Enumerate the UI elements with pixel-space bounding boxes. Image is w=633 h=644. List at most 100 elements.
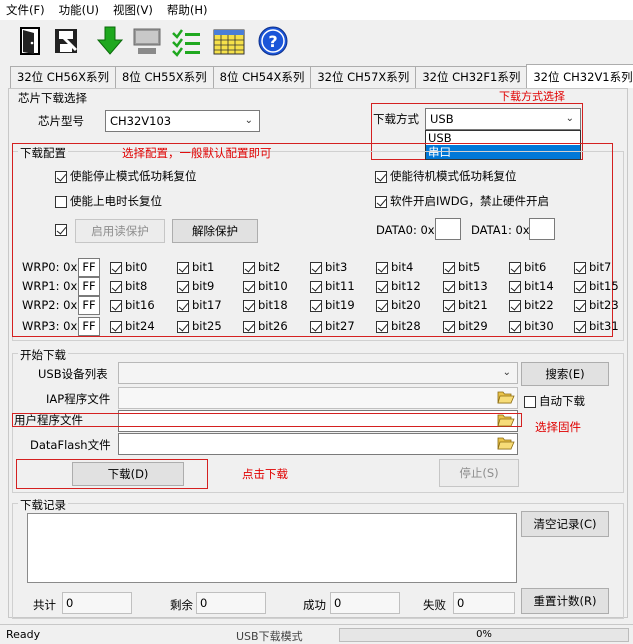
computer-icon[interactable]: [130, 24, 164, 58]
wrp-bit-checkbox[interactable]: bit26: [243, 319, 288, 333]
wrp-bit-checkbox[interactable]: bit20: [376, 298, 421, 312]
checkbox-checked[interactable]: [310, 261, 322, 274]
checkbox-unchecked[interactable]: [55, 195, 67, 208]
wrp-value-input[interactable]: FF: [78, 317, 100, 336]
wrp-bit-checkbox[interactable]: bit14: [509, 279, 554, 293]
checkbox-checked[interactable]: [310, 299, 322, 312]
checkbox-checked[interactable]: [443, 261, 455, 274]
dataflash-file-input[interactable]: [118, 433, 518, 455]
checkbox-checked[interactable]: [375, 170, 387, 183]
checkbox-checked[interactable]: [177, 299, 189, 312]
checkbox-checked[interactable]: [177, 280, 189, 293]
door-icon[interactable]: [14, 24, 48, 58]
checkbox-checked[interactable]: [574, 280, 586, 293]
checkbox-checked[interactable]: [443, 320, 455, 333]
wrp-bit-checkbox[interactable]: bit13: [443, 279, 488, 293]
checkbox-checked[interactable]: [177, 261, 189, 274]
checkbox-checked[interactable]: [574, 299, 586, 312]
checkbox-checked[interactable]: [443, 280, 455, 293]
checkbox-checked[interactable]: [509, 261, 521, 274]
checkbox-checked[interactable]: [177, 320, 189, 333]
menu-function[interactable]: 功能(U): [59, 2, 99, 18]
checklist-icon[interactable]: [170, 24, 204, 58]
wrp-bit-checkbox[interactable]: bit28: [376, 319, 421, 333]
wrp-bit-checkbox[interactable]: bit19: [310, 298, 355, 312]
checkbox-checked[interactable]: [509, 280, 521, 293]
checkbox-checked[interactable]: [243, 280, 255, 293]
iap-file-input[interactable]: [118, 387, 518, 409]
opt-software-iwdg[interactable]: 软件开启IWDG，禁止硬件开启: [375, 193, 549, 209]
wrp-bit-checkbox[interactable]: bit29: [443, 319, 488, 333]
wrp-bit-checkbox[interactable]: bit12: [376, 279, 421, 293]
wrp-value-input[interactable]: FF: [78, 277, 100, 296]
wrp-bit-checkbox[interactable]: bit24: [110, 319, 155, 333]
checkbox-checked[interactable]: [243, 299, 255, 312]
wrp-bit-checkbox[interactable]: bit21: [443, 298, 488, 312]
checkbox-checked[interactable]: [574, 320, 586, 333]
wrp-bit-checkbox[interactable]: bit6: [509, 260, 546, 274]
checkbox-checked[interactable]: [509, 320, 521, 333]
tab-ch55x[interactable]: 8位 CH55X系列: [114, 66, 214, 88]
checkbox-checked[interactable]: [243, 320, 255, 333]
help-icon[interactable]: ?: [256, 24, 290, 58]
wrp-bit-checkbox[interactable]: bit2: [243, 260, 280, 274]
tab-ch57x[interactable]: 32位 CH57X系列: [310, 66, 417, 88]
wrp-bit-checkbox[interactable]: bit17: [177, 298, 222, 312]
mode-select[interactable]: USB ⌄: [425, 108, 581, 130]
wrp-bit-checkbox[interactable]: bit0: [110, 260, 147, 274]
wrp-bit-checkbox[interactable]: bit7: [574, 260, 611, 274]
wrp-bit-checkbox[interactable]: bit18: [243, 298, 288, 312]
wrp-bit-checkbox[interactable]: bit27: [310, 319, 355, 333]
tab-ch54x[interactable]: 8位 CH54X系列: [212, 66, 312, 88]
usb-device-select[interactable]: ⌄: [118, 362, 518, 384]
tab-ch32v1[interactable]: 32位 CH32V1系列: [526, 64, 633, 88]
checkbox-checked[interactable]: [310, 320, 322, 333]
enable-read-protect-button[interactable]: 启用读保护: [75, 219, 165, 243]
wrp-bit-checkbox[interactable]: bit9: [177, 279, 214, 293]
checkbox-checked[interactable]: [509, 299, 521, 312]
tab-ch32f1[interactable]: 32位 CH32F1系列: [415, 66, 528, 88]
reset-count-button[interactable]: 重置计数(R): [521, 588, 609, 614]
wrp-value-input[interactable]: FF: [78, 258, 100, 277]
download-arrow-icon[interactable]: [93, 24, 127, 58]
wrp-bit-checkbox[interactable]: bit30: [509, 319, 554, 333]
clear-log-button[interactable]: 清空记录(C): [521, 511, 609, 537]
wrp-value-input[interactable]: FF: [78, 296, 100, 315]
checkbox-checked[interactable]: [110, 261, 122, 274]
checkbox-checked[interactable]: [443, 299, 455, 312]
save-icon[interactable]: [50, 24, 84, 58]
wrp-bit-checkbox[interactable]: bit25: [177, 319, 222, 333]
checkbox-checked[interactable]: [376, 299, 388, 312]
auto-download-checkbox[interactable]: 自动下载: [524, 393, 585, 409]
menu-file[interactable]: 文件(F): [6, 2, 45, 18]
data1-input[interactable]: [529, 218, 555, 240]
folder-open-icon[interactable]: [497, 435, 515, 451]
checkbox-checked[interactable]: [574, 261, 586, 274]
opt-poweron-long-reset[interactable]: 使能上电时长复位: [55, 193, 162, 209]
calendar-icon[interactable]: [212, 24, 246, 58]
wrp-bit-checkbox[interactable]: bit5: [443, 260, 480, 274]
search-button[interactable]: 搜索(E): [521, 362, 609, 386]
wrp-bit-checkbox[interactable]: bit11: [310, 279, 355, 293]
folder-open-icon[interactable]: [497, 389, 515, 405]
wrp-bit-checkbox[interactable]: bit22: [509, 298, 554, 312]
checkbox-checked[interactable]: [110, 280, 122, 293]
wrp-bit-checkbox[interactable]: bit1: [177, 260, 214, 274]
opt-standby-lowpower-reset[interactable]: 使能待机模式低功耗复位: [375, 168, 517, 184]
wrp-bit-checkbox[interactable]: bit3: [310, 260, 347, 274]
checkbox-checked[interactable]: [376, 320, 388, 333]
tab-ch56x[interactable]: 32位 CH56X系列: [10, 66, 116, 88]
remove-protect-button[interactable]: 解除保护: [172, 219, 258, 243]
log-textarea[interactable]: [27, 513, 517, 583]
chip-model-select[interactable]: CH32V103 ⌄: [105, 110, 260, 132]
menu-view[interactable]: 视图(V): [113, 2, 153, 18]
checkbox-checked[interactable]: [55, 223, 67, 236]
folder-open-icon[interactable]: [497, 412, 515, 428]
data0-input[interactable]: [435, 218, 461, 240]
stop-button[interactable]: 停止(S): [439, 459, 519, 487]
checkbox-unchecked[interactable]: [524, 395, 536, 408]
checkbox-checked[interactable]: [376, 261, 388, 274]
menu-help[interactable]: 帮助(H): [167, 2, 208, 18]
wrp-bit-checkbox[interactable]: bit8: [110, 279, 147, 293]
wrp-bit-checkbox[interactable]: bit23: [574, 298, 619, 312]
